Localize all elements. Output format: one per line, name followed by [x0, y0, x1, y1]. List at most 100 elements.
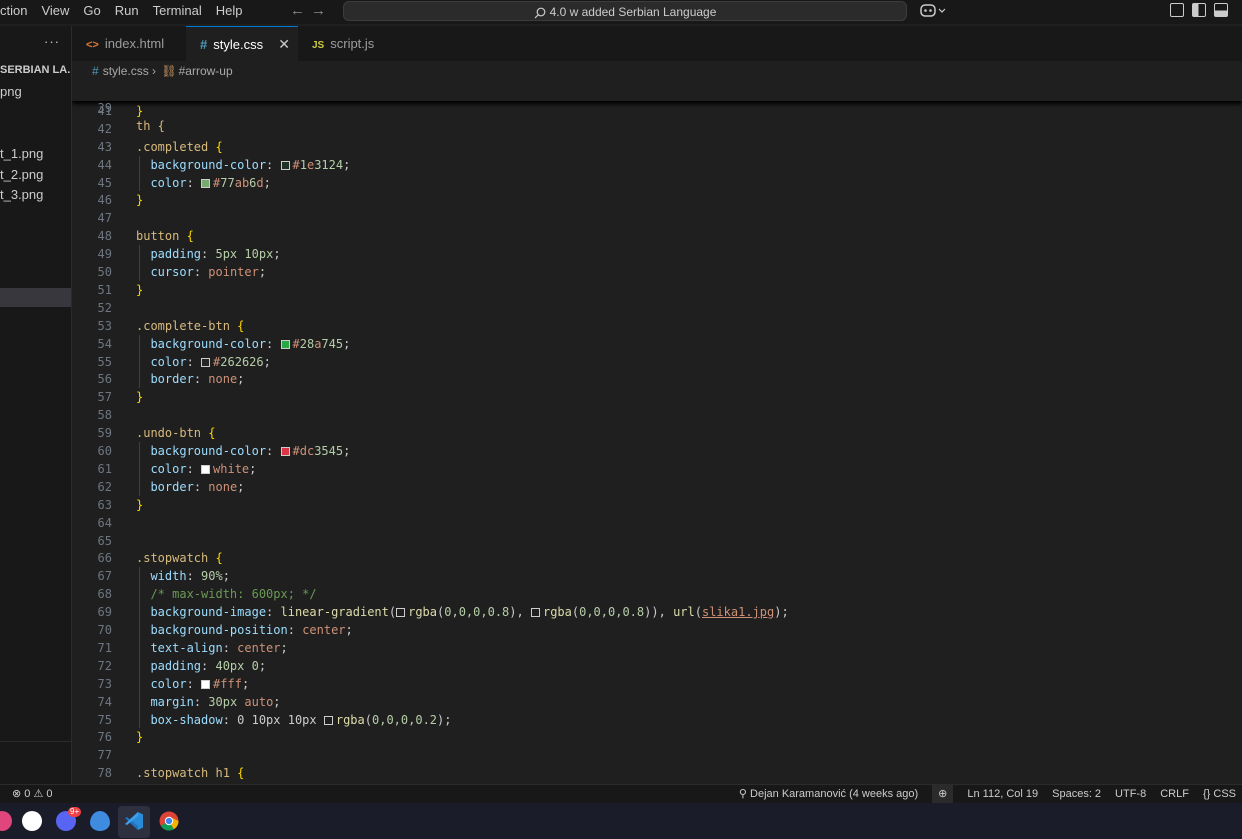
back-arrow-icon[interactable]: ← — [290, 2, 311, 19]
menu-selection[interactable]: ction — [0, 3, 27, 18]
js-file-icon: JS — [312, 40, 325, 51]
line-number: 62 — [97, 479, 112, 494]
menu-go[interactable]: Go — [83, 3, 100, 18]
line-number: 47 — [97, 211, 112, 226]
line-number: 69 — [97, 605, 112, 620]
tab-label: style.css — [213, 37, 264, 52]
tab-script-js[interactable]: JS script.js — [298, 26, 410, 61]
code-text: .complete-btn { — [136, 318, 245, 333]
copilot-icon[interactable] — [920, 2, 948, 21]
vscode-icon[interactable] — [124, 811, 144, 831]
line-number: 54 — [97, 336, 112, 351]
indentation[interactable]: Spaces: 2 — [1052, 785, 1101, 804]
indent-guide — [139, 567, 140, 729]
toggle-panel-icon[interactable] — [1214, 3, 1228, 17]
breadcrumb-symbol[interactable]: #arrow-up — [179, 64, 233, 78]
encoding[interactable]: UTF-8 — [1115, 785, 1146, 804]
menu-terminal[interactable]: Terminal — [153, 3, 202, 18]
notification-badge: 9+ — [68, 807, 82, 817]
language-mode[interactable]: {} CSS — [1203, 785, 1236, 804]
layout-customize-icon[interactable] — [1170, 3, 1184, 17]
menu-help[interactable]: Help — [216, 3, 243, 18]
folder-header[interactable]: SERBIAN LA... — [0, 64, 71, 76]
code-text: box-shadow: 0 10px 10px rgba(0,0,0,0.2); — [150, 712, 452, 727]
line-number: 78 — [97, 766, 112, 781]
code-text: cursor: pointer; — [150, 265, 267, 279]
code-text: color: #fff; — [150, 676, 250, 691]
code-text: .undo-btn { — [136, 426, 216, 441]
line-number: 50 — [97, 265, 112, 279]
line-number: 63 — [97, 497, 112, 512]
code-text: border: none; — [150, 372, 245, 387]
warning-count: 0 — [46, 788, 53, 800]
steam-icon[interactable] — [22, 811, 42, 831]
code-text: /* max-width: 600px; */ — [150, 587, 317, 602]
explorer-file-item[interactable]: t_1.png — [0, 146, 43, 161]
code-text: background-color: #1e3124; — [150, 157, 351, 172]
menu-view[interactable]: View — [41, 3, 69, 18]
chrome-icon[interactable] — [159, 811, 179, 831]
zoom-icon[interactable]: ⊕ — [932, 785, 954, 804]
indent-guide — [139, 334, 140, 389]
nav-arrows: ←→ — [290, 2, 332, 19]
editor-tabs: <> index.html # style.css ✕ JS script.js — [72, 26, 1242, 61]
code-text: margin: 30px auto; — [150, 694, 281, 709]
problems-indicator[interactable]: ⊗ 0 ⚠ 0 — [12, 785, 53, 804]
tab-style-css[interactable]: # style.css ✕ — [186, 26, 298, 61]
line-number: 70 — [97, 623, 112, 637]
explorer-selected-row[interactable] — [0, 288, 71, 307]
command-center[interactable]: 4.0 w added Serbian Language — [343, 1, 907, 21]
line-number: 52 — [97, 300, 112, 315]
code-text: padding: 5px 10px; — [150, 247, 281, 262]
indent-guide — [139, 155, 140, 192]
app-icon[interactable] — [0, 811, 12, 831]
cursor-position[interactable]: Ln 112, Col 19 — [967, 785, 1038, 804]
explorer-file-item[interactable]: png — [0, 84, 22, 99]
menu-run[interactable]: Run — [115, 3, 139, 18]
drop-icon[interactable] — [90, 811, 110, 831]
line-number: 39 — [97, 101, 112, 115]
code-text: .stopwatch h1 { — [136, 766, 245, 781]
code-text: background-image: linear-gradient(rgba(0… — [150, 605, 789, 620]
line-number: 72 — [97, 658, 112, 673]
line-number: 49 — [97, 247, 112, 262]
error-count: 0 — [24, 788, 31, 800]
explorer-file-item[interactable]: t_2.png — [0, 167, 43, 182]
explorer-file-item[interactable]: t_3.png — [0, 187, 43, 202]
line-number: 67 — [97, 569, 112, 584]
code-text: background-color: #28a745; — [150, 336, 351, 351]
language-label: CSS — [1213, 788, 1236, 800]
code-text: } — [136, 390, 144, 405]
sticky-scroll-line[interactable]: 39 th { — [72, 81, 1242, 133]
line-ending[interactable]: CRLF — [1160, 785, 1189, 804]
line-number: 53 — [97, 318, 112, 333]
html-file-icon: <> — [86, 39, 99, 51]
line-number: 75 — [97, 712, 112, 727]
code-text: background-color: #dc3545; — [150, 444, 351, 458]
css-file-icon: # — [200, 37, 208, 52]
css-file-icon: # — [92, 64, 99, 78]
line-number: 55 — [97, 354, 112, 369]
breadcrumb-file[interactable]: style.css — [103, 64, 149, 78]
line-number: 66 — [97, 551, 112, 566]
tab-index-html[interactable]: <> index.html — [72, 26, 186, 61]
line-number: 64 — [97, 515, 112, 530]
line-number: 77 — [97, 748, 112, 763]
command-center-text: 4.0 w added Serbian Language — [549, 5, 717, 19]
code-text: .stopwatch { — [136, 551, 223, 566]
close-icon[interactable]: ✕ — [278, 27, 290, 62]
forward-arrow-icon[interactable]: → — [311, 2, 332, 19]
line-number: 60 — [97, 444, 112, 458]
line-number: 45 — [97, 175, 112, 190]
code-text: color: #77ab6d; — [150, 175, 271, 190]
sticky-code: th { — [136, 119, 165, 133]
code-editor[interactable]: 39 th { 40 background-color: #030303;41}… — [72, 81, 1242, 784]
toggle-sidebar-icon[interactable] — [1192, 3, 1206, 17]
code-text: background-position: center; — [150, 623, 353, 637]
code-text: color: #262626; — [150, 354, 271, 369]
more-actions-icon[interactable]: ··· — [44, 34, 60, 49]
menu-bar: ction View Go Run Terminal Help — [0, 3, 257, 18]
code-text: width: 90%; — [150, 569, 230, 584]
git-blame[interactable]: ⚲ Dejan Karamanović (4 weeks ago) — [739, 785, 918, 804]
sidebar-divider — [0, 741, 71, 742]
